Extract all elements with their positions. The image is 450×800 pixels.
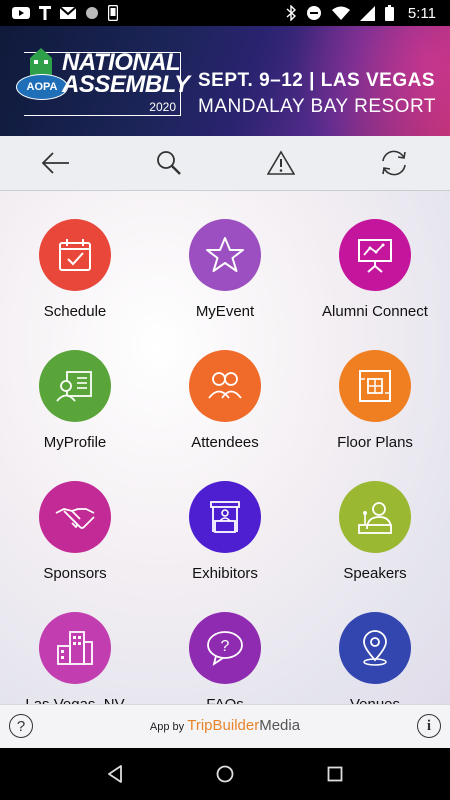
profile-card-icon <box>56 371 92 402</box>
presentation-chart-icon <box>358 239 392 273</box>
logo-title-line2: ASSEMBLY <box>62 71 190 98</box>
tile-icon-circle <box>39 481 111 553</box>
tile-label: FAQs <box>206 696 244 704</box>
wifi-icon <box>331 6 350 20</box>
speaker-podium-icon <box>358 502 392 534</box>
recents-square-icon <box>327 766 343 782</box>
tile-myprofile[interactable]: MyProfile <box>0 350 150 470</box>
toolbar <box>0 136 450 191</box>
tile-label: Alumni Connect <box>322 303 428 320</box>
status-time: 5:11 <box>407 4 436 22</box>
tile-label: MyEvent <box>195 303 255 320</box>
bluetooth-icon <box>286 5 296 21</box>
battery-icon <box>384 5 394 21</box>
tile-las-vegas[interactable]: Las Vegas, NV <box>0 612 150 704</box>
tile-label: Schedule <box>43 303 107 320</box>
app-credit[interactable]: App by TripBuilderMedia <box>0 717 450 734</box>
back-button[interactable] <box>0 136 113 190</box>
tile-icon-circle <box>339 612 411 684</box>
gmail-icon <box>60 6 76 19</box>
back-triangle-icon <box>108 765 122 783</box>
home-circle-icon <box>216 765 234 783</box>
main-menu: Schedule MyEvent Alumni Connect MyProfil… <box>0 191 450 704</box>
back-arrow-icon <box>41 152 70 174</box>
tile-venues[interactable]: Venues <box>300 612 450 704</box>
city-icon <box>57 631 93 665</box>
tile-icon-circle <box>189 481 261 553</box>
house-icon <box>30 48 52 76</box>
tile-icon-circle <box>189 219 261 291</box>
tile-sponsors[interactable]: Sponsors <box>0 481 150 601</box>
tile-attendees[interactable]: Attendees <box>150 350 300 470</box>
tile-icon-circle <box>339 350 411 422</box>
tile-label: Sponsors <box>43 565 107 582</box>
logo-year: 2020 <box>149 100 176 114</box>
event-dates-location: SEPT. 9–12 | LAS VEGAS <box>198 70 436 91</box>
event-venue: MANDALAY BAY RESORT <box>198 96 436 117</box>
tile-label: Venues <box>350 696 400 704</box>
question-bubble-icon: ? <box>207 631 243 667</box>
tile-alumni-connect[interactable]: Alumni Connect <box>300 219 450 339</box>
tile-icon-circle <box>39 219 111 291</box>
handshake-icon <box>55 508 95 529</box>
info-button[interactable]: i <box>417 714 441 738</box>
tile-label: Attendees <box>191 434 259 451</box>
event-banner: AOPA NATIONAL ASSEMBLY 2020 SEPT. 9–12 |… <box>0 26 450 136</box>
tile-label: Speakers <box>343 565 407 582</box>
system-nav-bar <box>0 748 450 800</box>
floor-plan-icon <box>359 370 391 402</box>
alerts-button[interactable] <box>225 136 338 190</box>
tile-icon-circle <box>39 350 111 422</box>
tile-faqs[interactable]: ? FAQs <box>150 612 300 704</box>
alert-icon <box>267 150 296 175</box>
sync-icon <box>381 150 406 176</box>
tile-icon-circle <box>339 481 411 553</box>
tile-label: Las Vegas, NV <box>25 696 124 704</box>
system-back-button[interactable] <box>95 754 135 794</box>
circle-icon <box>86 7 98 19</box>
system-home-button[interactable] <box>205 754 245 794</box>
t-icon <box>39 6 51 20</box>
star-icon <box>206 237 244 272</box>
system-recents-button[interactable] <box>315 754 355 794</box>
tile-icon-circle: ? <box>189 612 261 684</box>
tile-floor-plans[interactable]: Floor Plans <box>300 350 450 470</box>
tile-icon-circle <box>189 350 261 422</box>
people-icon <box>208 372 242 399</box>
phone-icon <box>108 5 118 21</box>
signal-icon <box>359 5 375 21</box>
calendar-check-icon <box>59 239 91 271</box>
booth-icon <box>210 501 240 533</box>
status-bar: 5:11 <box>0 0 450 26</box>
search-button[interactable] <box>113 136 226 190</box>
tile-myevent[interactable]: MyEvent <box>150 219 300 339</box>
brand-name-part2: Media <box>259 717 301 734</box>
footer: ? App by TripBuilderMedia i <box>0 704 450 749</box>
tile-label: MyProfile <box>43 434 107 451</box>
tile-label: Floor Plans <box>337 434 413 451</box>
tile-schedule[interactable]: Schedule <box>0 219 150 339</box>
event-logo: AOPA NATIONAL ASSEMBLY 2020 <box>16 48 190 118</box>
brand-name-part1: TripBuilder <box>187 717 260 734</box>
sync-button[interactable] <box>338 136 450 190</box>
search-icon <box>156 151 181 175</box>
dnd-icon <box>306 6 321 20</box>
logo-badge: AOPA <box>16 74 68 100</box>
tile-exhibitors[interactable]: Exhibitors <box>150 481 300 601</box>
tile-label: Exhibitors <box>192 565 258 582</box>
tile-speakers[interactable]: Speakers <box>300 481 450 601</box>
tile-icon-circle <box>339 219 411 291</box>
svg-text:?: ? <box>221 638 230 655</box>
app-by-label: App by <box>149 721 185 733</box>
tile-icon-circle <box>39 612 111 684</box>
youtube-icon <box>12 7 30 19</box>
map-pin-icon <box>363 630 387 666</box>
